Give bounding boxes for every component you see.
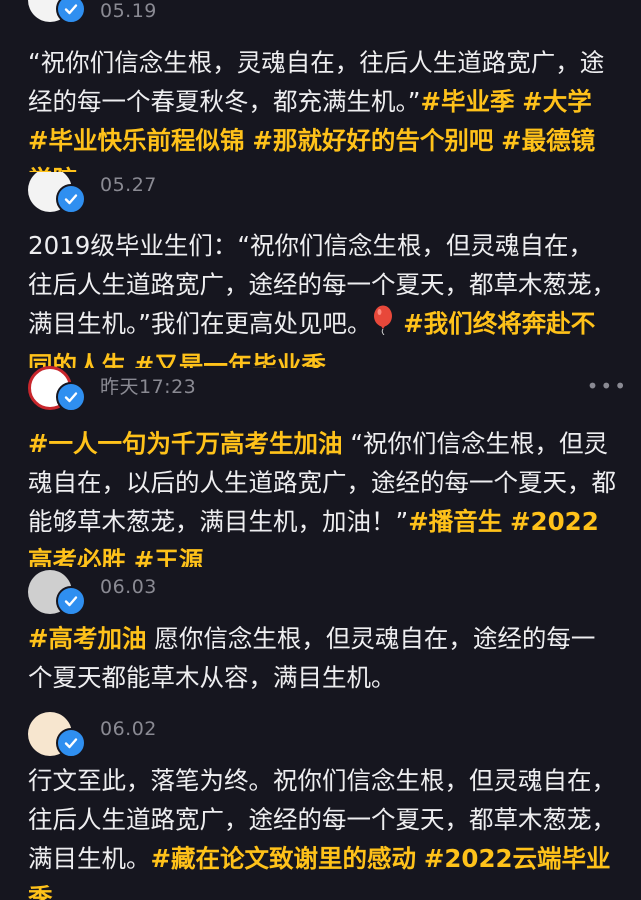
verified-badge-icon (56, 728, 86, 758)
more-options-icon[interactable]: ••• (587, 374, 628, 398)
hashtag-link[interactable]: #大学 (522, 87, 592, 116)
post-feed: 05.19 “祝你们信念生根，灵魂自在，往后人生道路宽广，途经的每一个春夏秋冬，… (0, 0, 641, 900)
hashtag-link[interactable]: #一人一句为千万高考生加油 (28, 429, 343, 458)
hashtag-link[interactable]: #毕业快乐前程似锦 (28, 126, 245, 155)
post-body-text (502, 507, 510, 536)
hashtag-link[interactable]: #播音生 (408, 507, 502, 536)
verified-badge-icon (56, 382, 86, 412)
post-card[interactable]: 05.19 “祝你们信念生根，灵魂自在，往后人生道路宽广，途经的每一个春夏秋冬，… (0, 0, 641, 172)
post-header: 05.27 (28, 172, 628, 214)
post-card[interactable]: 06.03 #高考加油 愿你信念生根，但灵魂自在，途经的每一个夏天都能草木从容，… (0, 562, 641, 708)
post-text[interactable]: 2019级毕业生们：“祝你们信念生根，但灵魂自在，往后人生道路宽广，途经的每一个… (28, 226, 616, 368)
post-header: 05.19 (28, 0, 628, 24)
post-body-text (493, 126, 501, 155)
hashtag-link[interactable]: #毕业季 (420, 87, 514, 116)
balloon-icon (371, 305, 395, 346)
post-header: 06.03 (28, 570, 628, 616)
post-date: 昨天17:23 (100, 376, 197, 398)
post-text[interactable]: 行文至此，落笔为终。祝你们信念生根，但灵魂自在，往后人生道路宽广，途经的每一个夏… (28, 761, 616, 900)
post-date: 06.03 (100, 576, 157, 598)
verified-badge-icon (56, 0, 86, 24)
post-header: 06.02 (28, 712, 628, 758)
hashtag-link[interactable]: #藏在论文致谢里的感动 (151, 844, 417, 873)
post-card[interactable]: 05.27 2019级毕业生们：“祝你们信念生根，但灵魂自在，往后人生道路宽广，… (0, 172, 641, 368)
hashtag-link[interactable]: #那就好好的告个别吧 (252, 126, 493, 155)
post-card[interactable]: 昨天17:23 ••• #一人一句为千万高考生加油 “祝你们信念生根，但灵魂自在… (0, 362, 641, 567)
post-card[interactable]: 06.02 行文至此，落笔为终。祝你们信念生根，但灵魂自在，往后人生道路宽广，途… (0, 708, 641, 900)
post-text[interactable]: “祝你们信念生根，灵魂自在，往后人生道路宽广，途经的每一个春夏秋冬，都充满生机。… (28, 43, 616, 172)
verified-badge-icon (56, 586, 86, 616)
hashtag-link[interactable]: #高考加油 (28, 624, 147, 653)
post-header: 昨天17:23 ••• (28, 366, 628, 412)
post-date: 06.02 (100, 718, 157, 740)
post-date: 05.27 (100, 174, 157, 196)
post-body-text (416, 844, 424, 873)
post-text[interactable]: #一人一句为千万高考生加油 “祝你们信念生根，但灵魂自在，以后的人生道路宽广，途… (28, 424, 616, 567)
verified-badge-icon (56, 184, 86, 214)
post-text[interactable]: #高考加油 愿你信念生根，但灵魂自在，途经的每一个夏天都能草木从容，满目生机。 (28, 619, 616, 708)
post-date: 05.19 (100, 0, 157, 22)
